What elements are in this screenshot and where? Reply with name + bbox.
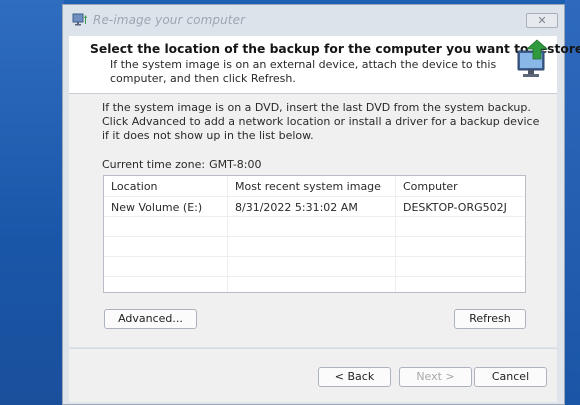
- column-header-location[interactable]: Location: [111, 180, 158, 193]
- instructions-text: If the system image is on a DVD, insert …: [102, 101, 540, 142]
- footer-bar: < Back Next > Cancel: [69, 348, 557, 402]
- reimage-dialog: Re-image your computer ✕ Select the loca…: [62, 4, 580, 405]
- column-header-computer[interactable]: Computer: [403, 180, 458, 193]
- cell-location: New Volume (E:): [111, 201, 203, 214]
- page-subtitle: If the system image is on an external de…: [110, 58, 497, 85]
- backup-list-table: Location Most recent system image Comput…: [103, 175, 526, 293]
- monitor-restore-icon: [517, 39, 549, 77]
- timezone-label: Current time zone:: [102, 158, 206, 171]
- content-area: If the system image is on a DVD, insert …: [69, 94, 557, 347]
- desktop-background-left: [0, 0, 64, 405]
- empty-row: [104, 257, 525, 277]
- timezone-line: Current time zone: GMT-8:00: [102, 158, 262, 171]
- empty-row: [104, 217, 525, 237]
- column-header-recent-image[interactable]: Most recent system image: [235, 180, 381, 193]
- page-title: Select the location of the backup for th…: [90, 42, 580, 56]
- table-row[interactable]: New Volume (E:) 8/31/2022 5:31:02 AM DES…: [104, 197, 525, 217]
- backup-monitor-icon: [72, 13, 87, 26]
- refresh-button[interactable]: Refresh: [454, 309, 526, 329]
- cell-recent-image: 8/31/2022 5:31:02 AM: [235, 201, 358, 214]
- titlebar: Re-image your computer ✕: [63, 5, 564, 35]
- desktop-background-right: [565, 0, 580, 405]
- empty-row: [104, 237, 525, 257]
- table-header-row: Location Most recent system image Comput…: [104, 176, 525, 197]
- cell-computer: DESKTOP-ORG502J: [403, 201, 507, 214]
- cancel-button[interactable]: Cancel: [474, 367, 547, 387]
- window-title: Re-image your computer: [93, 13, 246, 27]
- close-icon: ✕: [537, 14, 547, 27]
- next-button[interactable]: Next >: [399, 367, 472, 387]
- empty-row: [104, 277, 525, 292]
- timezone-value: GMT-8:00: [209, 158, 262, 171]
- advanced-button[interactable]: Advanced...: [104, 309, 197, 329]
- header-panel: Select the location of the backup for th…: [69, 36, 580, 94]
- close-button[interactable]: ✕: [526, 13, 558, 28]
- back-button[interactable]: < Back: [318, 367, 391, 387]
